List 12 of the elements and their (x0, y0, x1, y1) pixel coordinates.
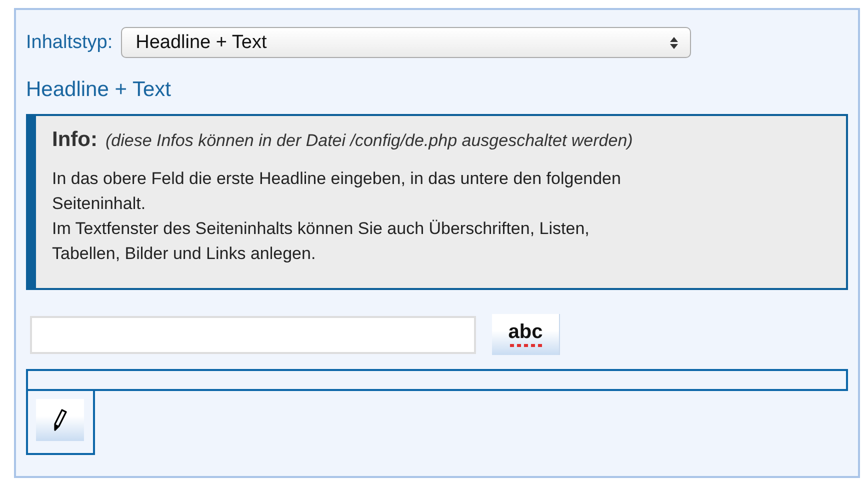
info-note: (diese Infos können in der Datei /config/de.php ausgeschaltet werden) (105, 131, 633, 151)
spellcheck-button[interactable]: abc (492, 314, 560, 355)
edit-button[interactable] (36, 399, 84, 441)
info-text: In das obere Feld die erste Headline eingeben, in das untere den folgenden Seiteninhalt. (52, 168, 622, 215)
updown-arrows-icon (670, 36, 678, 48)
content-type-select[interactable]: Headline + Text (120, 27, 691, 58)
pencil-icon (53, 409, 67, 431)
section-heading: Headline + Text (26, 78, 172, 102)
info-title: Info: (52, 128, 98, 152)
headline-field[interactable] (30, 316, 476, 354)
content-type-label: Inhaltstyp: (26, 32, 113, 54)
info-text: Im Textfenster des Seiteninhalts können Sie auch Überschriften, Listen, Tabellen, Bilder und Links anlegen. (52, 218, 590, 265)
